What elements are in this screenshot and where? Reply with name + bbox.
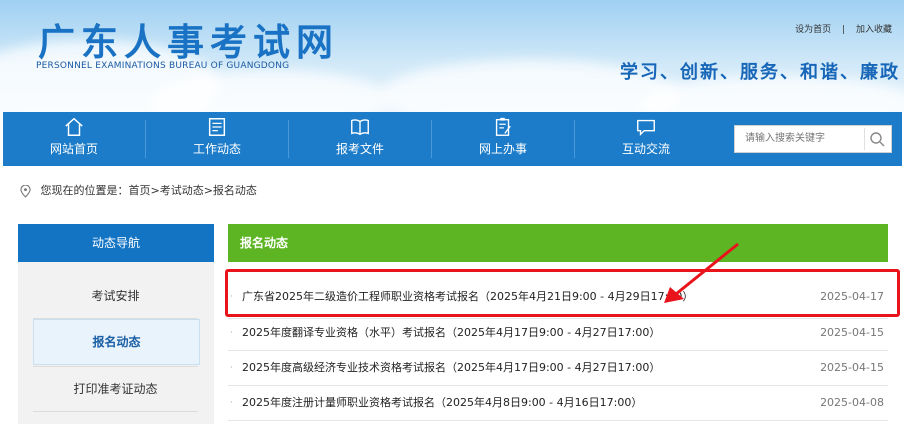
sidebar-item-admission-ticket[interactable]: 打印准考证动态 bbox=[33, 367, 198, 411]
nav-item-exam-files[interactable]: 报考文件 bbox=[289, 112, 431, 166]
link-separator: | bbox=[842, 25, 846, 35]
search-input[interactable] bbox=[735, 126, 861, 150]
list-bullet: · bbox=[230, 328, 233, 338]
chat-bubble-icon bbox=[637, 119, 655, 136]
news-date: 2025-04-08 bbox=[820, 396, 884, 409]
nav-item-home[interactable]: 网站首页 bbox=[3, 112, 145, 166]
main-section-title: 报名动态 bbox=[228, 224, 888, 262]
news-row[interactable]: · 2025年度高级经济专业技术资格考试报名（2025年4月17日9:00 - … bbox=[228, 351, 888, 385]
location-pin-icon bbox=[20, 184, 31, 198]
list-bullet: · bbox=[230, 398, 233, 408]
breadcrumb: 您现在的位置是：首页>考试动态>报名动态 bbox=[20, 182, 257, 198]
home-icon bbox=[65, 117, 83, 136]
set-homepage-link[interactable]: 设为首页 bbox=[795, 25, 831, 35]
sidebar: 考试安排 报名动态 打印准考证动态 bbox=[18, 262, 214, 424]
site-header: 广东人事考试网 PERSONNEL EXAMINATIONS BUREAU OF… bbox=[0, 0, 904, 112]
news-date: 2025-04-15 bbox=[820, 326, 884, 339]
site-title: 广东人事考试网 bbox=[38, 21, 339, 64]
site-slogan: 学习、创新、服务、和谐、廉政 bbox=[620, 62, 900, 83]
main-nav: 网站首页 工作动态 报考文件 网上办事 互动交流 bbox=[3, 112, 902, 166]
nav-item-interaction[interactable]: 互动交流 bbox=[575, 112, 717, 166]
news-row[interactable]: · 2025年度注册计量师职业资格考试报名（2025年4月8日9:00 - 4月… bbox=[228, 386, 888, 420]
site-subtitle: PERSONNEL EXAMINATIONS BUREAU OF GUANGDO… bbox=[36, 61, 290, 71]
news-title-link[interactable]: 2025年度翻译专业资格（水平）考试报名（2025年4月17日9:00 - 4月… bbox=[242, 316, 660, 350]
search-icon bbox=[870, 132, 885, 147]
news-title-link[interactable]: 2025年度高级经济专业技术资格考试报名（2025年4月17日9:00 - 4月… bbox=[242, 351, 660, 385]
list-bullet: · bbox=[230, 363, 233, 373]
main-title-text: 报名动态 bbox=[240, 236, 289, 250]
add-favorite-link[interactable]: 加入收藏 bbox=[856, 25, 892, 35]
nav-label: 工作动态 bbox=[192, 142, 241, 156]
sidebar-title: 动态导航 bbox=[18, 224, 214, 262]
nav-item-online-services[interactable]: 网上办事 bbox=[432, 112, 574, 166]
open-book-icon bbox=[351, 119, 369, 136]
nav-label: 网上办事 bbox=[478, 142, 527, 156]
search-box bbox=[734, 125, 892, 153]
breadcrumb-text: 您现在的位置是：首页>考试动态>报名动态 bbox=[40, 184, 257, 197]
document-list-icon bbox=[208, 118, 226, 136]
row-divider bbox=[228, 420, 888, 421]
sidebar-item-exam-schedule[interactable]: 考试安排 bbox=[33, 274, 198, 318]
nav-label: 报考文件 bbox=[335, 142, 384, 156]
highlight-box bbox=[225, 269, 900, 317]
clipboard-edit-icon bbox=[495, 117, 511, 136]
nav-item-work-news[interactable]: 工作动态 bbox=[146, 112, 288, 166]
sidebar-divider bbox=[33, 411, 198, 412]
news-date: 2025-04-15 bbox=[820, 361, 884, 374]
top-links: 设为首页 | 加入收藏 bbox=[791, 22, 896, 35]
search-button[interactable] bbox=[864, 128, 889, 150]
news-row[interactable]: · 2025年度翻译专业资格（水平）考试报名（2025年4月17日9:00 - … bbox=[228, 316, 888, 350]
nav-label: 网站首页 bbox=[49, 142, 98, 156]
sidebar-item-registration-news[interactable]: 报名动态 bbox=[33, 319, 200, 365]
news-title-link[interactable]: 2025年度注册计量师职业资格考试报名（2025年4月8日9:00 - 4月16… bbox=[242, 386, 642, 420]
nav-label: 互动交流 bbox=[621, 142, 670, 156]
